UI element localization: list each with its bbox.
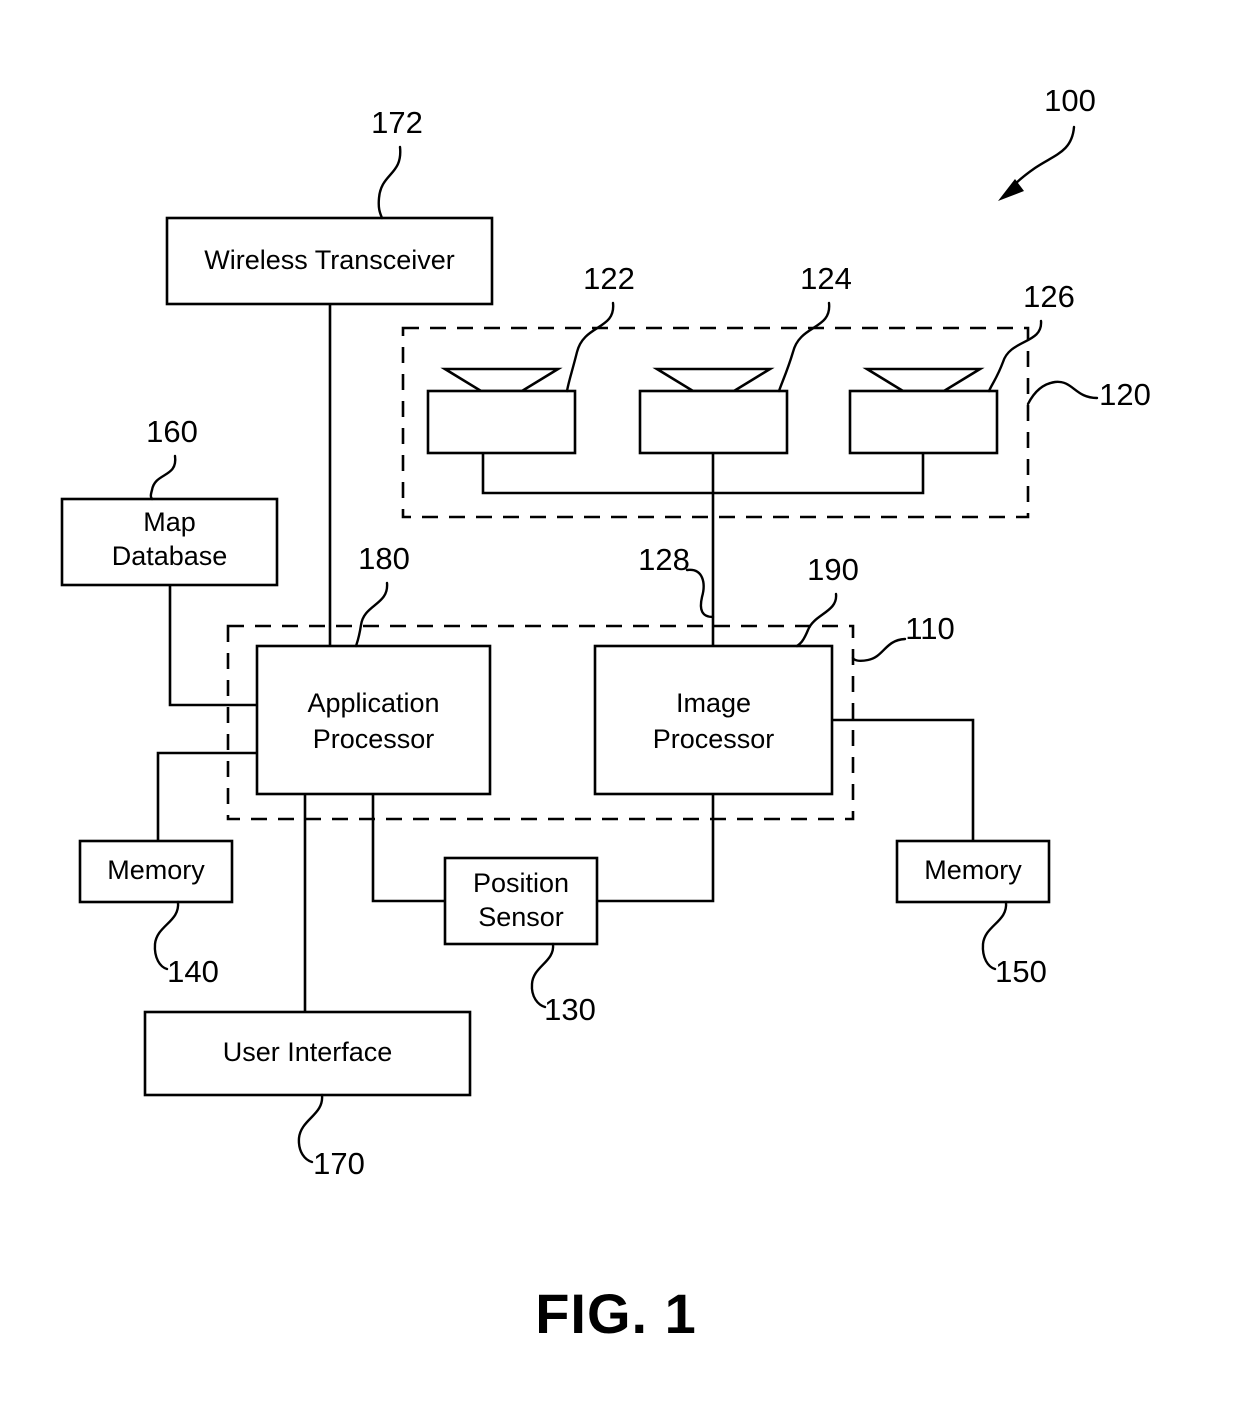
- block-application-processor[interactable]: Application Processor: [255, 644, 492, 796]
- leader-120: [1026, 380, 1099, 406]
- block-wireless-transceiver[interactable]: Wireless Transceiver: [165, 216, 494, 306]
- figure-canvas: Wireless Transceiver Map Database Applic…: [60, 83, 1151, 1345]
- block-memory-left[interactable]: Memory: [78, 839, 234, 904]
- wire-application-processor-to-position-sensor: [371, 794, 445, 903]
- position-sensor-label-line2: Sensor: [478, 902, 564, 932]
- wire-memory-left-to-application-processor: [156, 751, 257, 841]
- ref-172: 172: [371, 105, 423, 140]
- wireless-transceiver-label: Wireless Transceiver: [204, 245, 455, 275]
- leader-126: [987, 319, 1043, 393]
- user-interface-label: User Interface: [223, 1037, 393, 1067]
- figure-caption: FIG. 1: [535, 1282, 697, 1345]
- camera-2-body: [638, 389, 789, 455]
- leader-160: [149, 454, 177, 501]
- leader-128: [685, 568, 715, 619]
- ref-128: 128: [638, 542, 690, 577]
- patent-figure: Wireless Transceiver Map Database Applic…: [0, 0, 1240, 1427]
- application-processor-label-line2: Processor: [313, 724, 435, 754]
- leader-180: [354, 581, 389, 648]
- leader-110: [851, 637, 907, 663]
- ref-110: 110: [905, 611, 954, 646]
- memory-left-label: Memory: [107, 855, 205, 885]
- camera-3[interactable]: [848, 367, 999, 455]
- wire-position-sensor-to-image-processor: [597, 794, 715, 903]
- leader-122: [565, 301, 615, 393]
- block-map-database[interactable]: Map Database: [60, 497, 279, 587]
- camera-1-lens: [440, 367, 563, 393]
- arrowhead-100: [998, 179, 1024, 201]
- ref-122: 122: [583, 261, 635, 296]
- ref-170: 170: [313, 1146, 365, 1181]
- ref-150: 150: [995, 954, 1047, 989]
- leader-172: [377, 145, 402, 220]
- camera-3-lens: [862, 367, 985, 393]
- application-processor-label-line1: Application: [307, 688, 439, 718]
- block-position-sensor[interactable]: Position Sensor: [443, 856, 599, 946]
- camera-1[interactable]: [426, 367, 577, 455]
- block-memory-right[interactable]: Memory: [895, 839, 1051, 904]
- camera-2-lens: [652, 367, 775, 393]
- block-user-interface[interactable]: User Interface: [143, 1010, 472, 1097]
- ref-190: 190: [807, 552, 859, 587]
- ref-180: 180: [358, 541, 410, 576]
- ref-126: 126: [1023, 279, 1075, 314]
- camera-2[interactable]: [638, 367, 789, 455]
- wire-camera-bus-rail: [481, 453, 925, 495]
- memory-right-label: Memory: [924, 855, 1022, 885]
- application-processor-box: [255, 644, 492, 796]
- ref-130: 130: [544, 992, 596, 1027]
- block-image-processor[interactable]: Image Processor: [593, 644, 834, 796]
- ref-124: 124: [800, 261, 852, 296]
- leader-124: [777, 301, 831, 393]
- position-sensor-label-line1: Position: [473, 868, 569, 898]
- ref-160: 160: [146, 414, 198, 449]
- ref-120: 120: [1099, 377, 1151, 412]
- image-processor-box: [593, 644, 834, 796]
- ref-140: 140: [167, 954, 219, 989]
- image-processor-label-line2: Processor: [653, 724, 775, 754]
- ref-100: 100: [1044, 83, 1096, 118]
- camera-1-body: [426, 389, 577, 455]
- image-processor-label-line1: Image: [676, 688, 751, 718]
- map-database-label-line2: Database: [112, 541, 228, 571]
- wire-map-database-to-application-processor: [168, 585, 257, 707]
- map-database-label-line1: Map: [143, 507, 196, 537]
- camera-3-body: [848, 389, 999, 455]
- leader-190: [795, 592, 838, 648]
